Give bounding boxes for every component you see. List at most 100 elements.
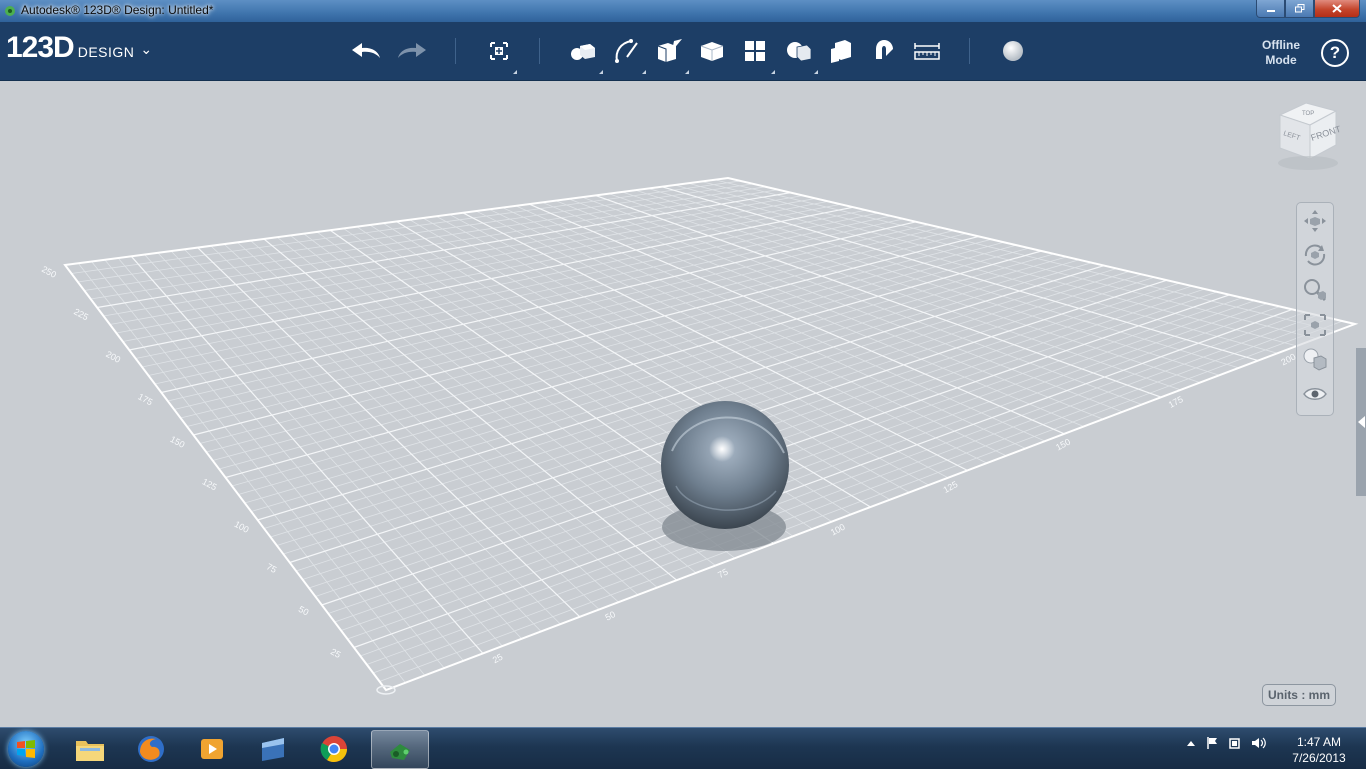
bottom-axis-label: 25: [491, 652, 505, 666]
offline-mode-button[interactable]: Offline Mode: [1258, 38, 1304, 68]
show-hidden-icons-icon[interactable]: [1186, 739, 1196, 747]
toolbar-separator: [539, 38, 540, 64]
construct-button[interactable]: [652, 34, 686, 68]
view-style-icon: [1303, 348, 1327, 371]
zoom-button[interactable]: [1301, 276, 1329, 304]
sketch-menu-indicator: [642, 70, 646, 74]
undo-icon: [352, 43, 380, 58]
units-button[interactable]: Units : mm: [1262, 684, 1336, 706]
modify-button[interactable]: [695, 34, 729, 68]
bottom-axis-label: 150: [1054, 437, 1072, 453]
action-center-flag-icon[interactable]: [1205, 736, 1219, 750]
grid-plane: 25 50 75 100 125 150 175 200 225 250 25 50 75 100 125 1…: [40, 176, 1359, 695]
clock[interactable]: 1:47 AM 7/26/2013: [1284, 734, 1354, 766]
taskbar-media-player[interactable]: [184, 730, 240, 767]
measure-button[interactable]: [910, 34, 944, 68]
restore-button[interactable]: [1285, 0, 1314, 18]
left-axis-label: 100: [233, 519, 251, 535]
help-button[interactable]: ?: [1321, 39, 1349, 67]
help-icon: ?: [1329, 43, 1341, 62]
orbit-button[interactable]: [1301, 241, 1329, 269]
primitives-button[interactable]: [566, 34, 600, 68]
ruler-icon: [914, 43, 940, 60]
magnet-icon: [876, 40, 893, 59]
grouping-menu-indicator: [814, 70, 818, 74]
chevron-down-icon: ⌄: [140, 41, 153, 57]
windows-logo-icon: [17, 740, 35, 758]
view-cube[interactable]: TOP LEFT FRONT: [1266, 93, 1346, 177]
left-axis-label: 125: [201, 476, 219, 492]
pattern-menu-indicator: [771, 70, 775, 74]
primitives-menu-indicator: [599, 70, 603, 74]
pan-icon: [1304, 210, 1326, 232]
media-player-icon: [201, 738, 223, 759]
redo-button[interactable]: [394, 34, 428, 68]
app-menu-button[interactable]: 123D DESIGN ⌄: [6, 33, 152, 63]
taskbar-chrome[interactable]: [306, 730, 362, 767]
material-button[interactable]: [996, 34, 1030, 68]
grouping-icon: [787, 42, 812, 62]
construct-menu-indicator: [685, 70, 689, 74]
construct-icon: [657, 39, 682, 62]
left-axis-label: 25: [329, 646, 343, 660]
primitives-icon: [571, 44, 595, 60]
taskbar-explorer[interactable]: [62, 730, 118, 767]
zoom-icon: [1304, 279, 1327, 302]
taskbar-app-4[interactable]: [245, 730, 301, 767]
minimize-button[interactable]: [1256, 0, 1285, 18]
taskbar-123d-design[interactable]: [371, 730, 429, 769]
bottom-axis-label: 175: [1167, 394, 1185, 410]
sketch-icon: [615, 39, 638, 63]
app-icon: [5, 6, 15, 16]
window-title: Autodesk® 123D® Design: Untitled*: [21, 3, 214, 17]
left-axis-label: 175: [136, 391, 154, 407]
left-axis-label: 150: [168, 434, 186, 450]
visibility-button[interactable]: [1301, 380, 1329, 408]
taskbar-firefox[interactable]: [123, 730, 179, 767]
toolbar-separator: [969, 38, 970, 64]
main-toolbar: 123D DESIGN ⌄ Offline Mode ?: [0, 22, 1366, 81]
sphere-object[interactable]: [661, 401, 789, 529]
transform-menu-indicator: [513, 70, 517, 74]
combine-icon: [831, 40, 851, 63]
minimize-icon: [1266, 9, 1275, 12]
power-icon[interactable]: [1228, 736, 1242, 750]
pan-button[interactable]: [1301, 207, 1329, 235]
clock-date: 7/26/2013: [1292, 751, 1346, 765]
window-app-icon: [262, 737, 284, 761]
pattern-button[interactable]: [738, 34, 772, 68]
left-axis-label: 200: [104, 349, 122, 365]
offline-mode-label-line2: Mode: [1265, 53, 1297, 67]
undo-button[interactable]: [350, 34, 384, 68]
clock-time: 1:47 AM: [1296, 735, 1342, 749]
firefox-icon: [138, 735, 164, 762]
system-tray: [1186, 736, 1267, 750]
fit-icon: [1304, 314, 1326, 336]
modify-icon: [700, 42, 724, 61]
close-button[interactable]: [1314, 0, 1360, 18]
redo-icon: [398, 43, 426, 58]
toolbar-separator: [455, 38, 456, 64]
fit-button[interactable]: [1301, 311, 1329, 339]
combine-button[interactable]: [824, 34, 858, 68]
logo-text: DESIGN: [77, 44, 135, 60]
grouping-button[interactable]: [781, 34, 815, 68]
close-icon: [1332, 4, 1342, 13]
transform-button[interactable]: [482, 34, 516, 68]
pattern-icon: [745, 41, 765, 61]
sketch-button[interactable]: [609, 34, 643, 68]
chevron-left-icon: [1358, 416, 1365, 428]
view-style-button[interactable]: [1301, 345, 1329, 373]
orbit-icon: [1304, 244, 1326, 266]
windows-taskbar: 1:47 AM 7/26/2013: [0, 727, 1366, 769]
bottom-axis-label: 125: [941, 479, 959, 495]
3d-viewport[interactable]: 25 50 75 100 125 150 175 200 225 250 25 50 75 100 125 1…: [0, 81, 1366, 727]
start-button[interactable]: [8, 731, 44, 767]
snap-button[interactable]: [867, 34, 901, 68]
window-title-bar: Autodesk® 123D® Design: Untitled*: [0, 0, 1366, 22]
side-panel-toggle[interactable]: [1356, 348, 1366, 496]
volume-icon[interactable]: [1251, 736, 1267, 750]
view-cube-top-label: TOP: [1302, 111, 1314, 117]
chrome-icon: [320, 735, 348, 762]
logo-number: 123D: [6, 31, 75, 64]
